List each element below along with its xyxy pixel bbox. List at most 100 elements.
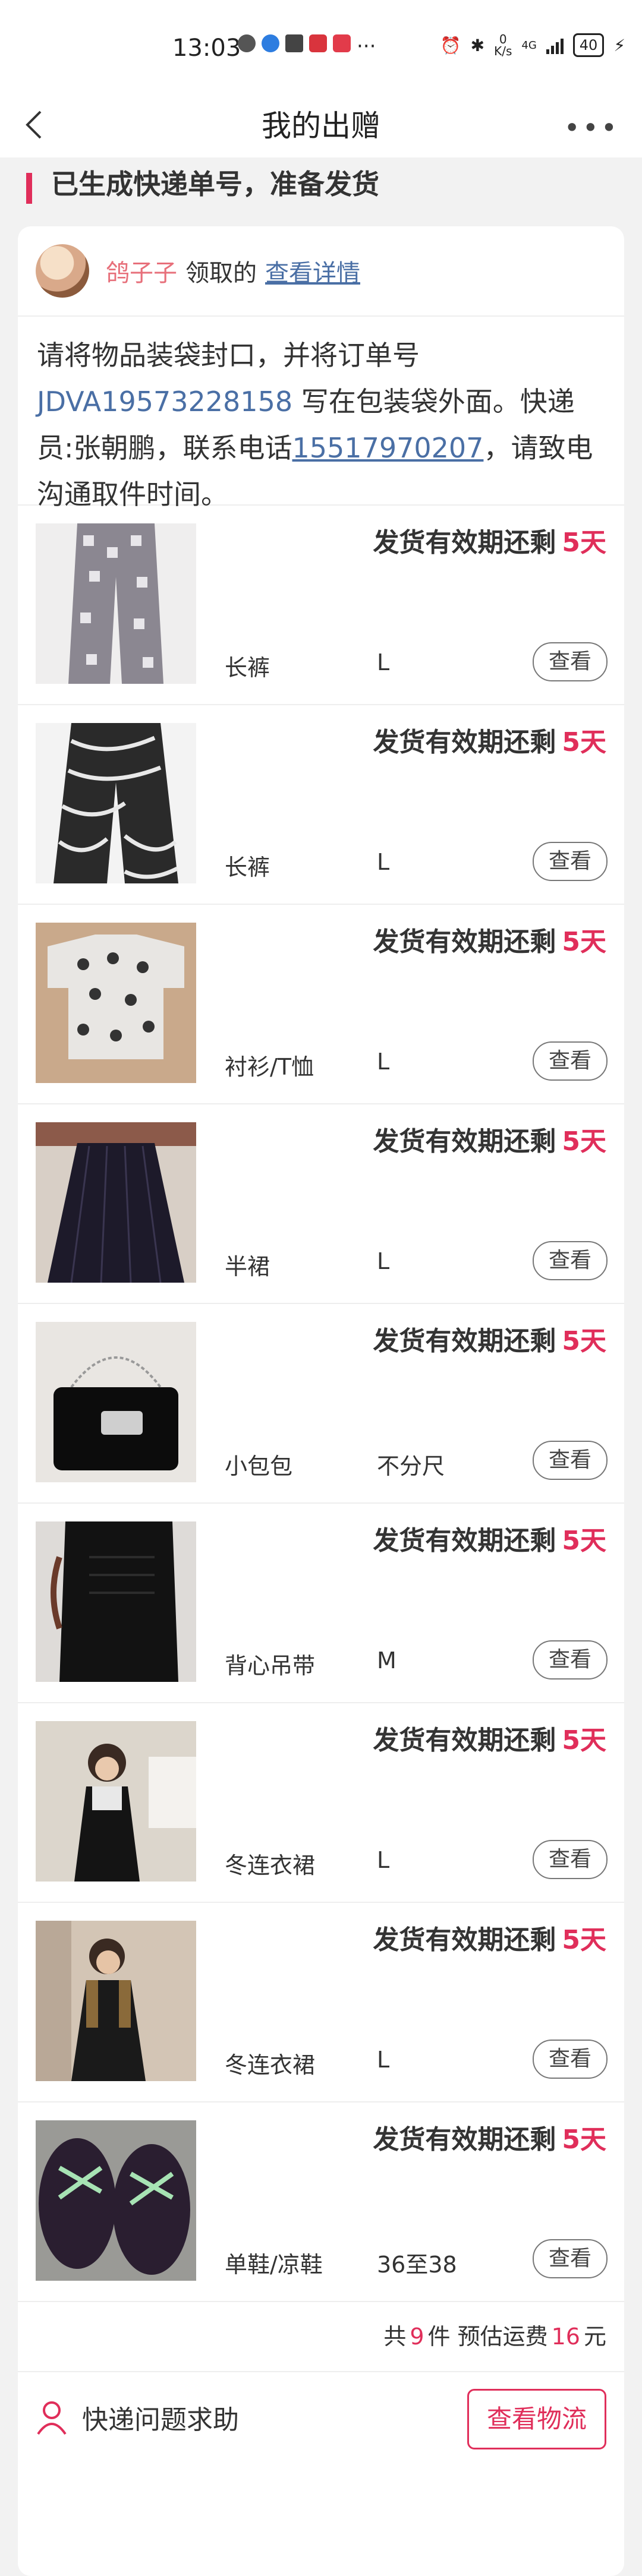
nav-bar: 我的出赠 •••: [0, 95, 642, 157]
deadline-label: 发货有效期还剩: [373, 1526, 556, 1556]
signal-icon: [546, 36, 564, 54]
item-thumbnail[interactable]: [36, 1122, 196, 1283]
summary-count-unit: 件 预估运费: [427, 2324, 548, 2350]
item-thumbnail[interactable]: [36, 1921, 196, 2081]
weibo-icon: [309, 34, 327, 52]
deadline-days: 5天: [562, 727, 606, 757]
translate-icon: [285, 34, 303, 52]
deadline-label: 发货有效期还剩: [373, 1925, 556, 1955]
item-category: 小包包: [225, 1453, 293, 1479]
courier-help-label: 快递问题求助: [82, 2405, 239, 2435]
network-speed: 0 K/s: [494, 32, 512, 58]
summary-prefix: 共: [383, 2324, 407, 2350]
packing-notice: 请将物品装袋封口，并将订单号 JDVA19573228158 写在包装袋外面。快…: [18, 317, 624, 510]
charging-icon: ⚡: [613, 35, 625, 55]
deadline-days: 5天: [562, 1925, 606, 1955]
item-row: 发货有效期还剩 5天 冬连衣裙 L 查看: [18, 1903, 624, 2103]
view-item-button[interactable]: 查看: [533, 2040, 608, 2079]
item-size: L: [377, 1248, 390, 1274]
status-bar: 13:03 ··· ⏰ ✱ 0 K/s 4G 40 ⚡: [0, 0, 642, 95]
chat-icon: [238, 34, 256, 52]
item-row: 发货有效期还剩 5天 背心吊带 M 查看: [18, 1504, 624, 1703]
deadline-label: 发货有效期还剩: [373, 2124, 556, 2155]
view-item-button[interactable]: 查看: [533, 1441, 608, 1480]
item-thumbnail[interactable]: [36, 1322, 196, 1482]
view-item-button[interactable]: 查看: [533, 1041, 608, 1081]
receiver-row: 鸽子子 领取的 查看详情: [18, 226, 624, 317]
item-category: 长裤: [225, 854, 270, 880]
shipping-status-text: 已生成快递单号，准备发货: [51, 168, 379, 200]
item-row: 发货有效期还剩 5天 半裙 L 查看: [18, 1104, 624, 1304]
deadline-days: 5天: [562, 528, 606, 558]
card-footer: 快递问题求助 查看物流: [18, 2372, 624, 2461]
deadline-days: 5天: [562, 1526, 606, 1556]
view-item-button[interactable]: 查看: [533, 842, 608, 881]
bluetooth-icon: ✱: [470, 35, 485, 55]
courier-phone-link[interactable]: 15517970207: [292, 432, 484, 464]
ship-deadline: 发货有效期还剩 5天: [373, 1918, 606, 1956]
item-thumbnail[interactable]: [36, 723, 196, 883]
item-thumbnail[interactable]: [36, 523, 196, 684]
item-size: L: [377, 2047, 390, 2073]
deadline-label: 发货有效期还剩: [373, 1126, 556, 1157]
item-category: 长裤: [225, 655, 270, 681]
item-category: 背心吊带: [225, 1653, 316, 1679]
person-icon: [37, 2401, 67, 2435]
view-item-button[interactable]: 查看: [533, 1241, 608, 1280]
deadline-label: 发货有效期还剩: [373, 927, 556, 957]
item-category: 衬衫/T恤: [225, 1054, 314, 1080]
courier-help-link[interactable]: 快递问题求助: [36, 2398, 239, 2436]
order-card: 鸽子子 领取的 查看详情 请将物品装袋封口，并将订单号 JDVA19573228…: [18, 226, 624, 2576]
ship-deadline: 发货有效期还剩 5天: [373, 920, 606, 958]
app-red-icon: [333, 34, 351, 52]
view-item-button[interactable]: 查看: [533, 1640, 608, 1680]
view-item-button[interactable]: 查看: [533, 1840, 608, 1879]
back-icon[interactable]: [18, 107, 54, 143]
item-size: L: [377, 849, 390, 875]
view-logistics-button[interactable]: 查看物流: [467, 2389, 606, 2449]
item-thumbnail[interactable]: [36, 2120, 196, 2281]
deadline-label: 发货有效期还剩: [373, 727, 556, 757]
item-thumbnail[interactable]: [36, 1521, 196, 1682]
deadline-days: 5天: [562, 2124, 606, 2155]
view-item-button[interactable]: 查看: [533, 2239, 608, 2278]
status-time: 13:03: [172, 34, 241, 62]
ship-deadline: 发货有效期还剩 5天: [373, 1120, 606, 1158]
item-category: 单鞋/凉鞋: [225, 2252, 323, 2278]
view-details-link[interactable]: 查看详情: [265, 254, 360, 288]
deadline-days: 5天: [562, 1326, 606, 1356]
item-thumbnail[interactable]: [36, 1721, 196, 1882]
item-size: M: [377, 1647, 396, 1674]
receiver-name[interactable]: 鸽子子: [106, 254, 177, 288]
ship-deadline: 发货有效期还剩 5天: [373, 2118, 606, 2156]
deadline-label: 发货有效期还剩: [373, 1326, 556, 1356]
item-category: 冬连衣裙: [225, 1852, 316, 1879]
item-size: L: [377, 1847, 390, 1873]
order-summary: 共9件 预估运费 16 元: [18, 2302, 624, 2372]
deadline-label: 发货有效期还剩: [373, 1725, 556, 1756]
more-icon[interactable]: •••: [564, 112, 619, 144]
fee-unit: 元: [583, 2324, 606, 2350]
notice-text-1: 请将物品装袋封口，并将订单号: [37, 339, 420, 371]
item-size: 不分尺: [377, 1453, 445, 1479]
notification-icons: ···: [238, 34, 376, 58]
shipping-status-heading: 已生成快递单号，准备发货: [0, 157, 642, 217]
item-thumbnail[interactable]: [36, 923, 196, 1083]
alarm-icon: ⏰: [440, 35, 461, 55]
avatar[interactable]: [36, 244, 89, 298]
more-notifications-icon: ···: [357, 34, 376, 58]
ship-deadline: 发货有效期还剩 5天: [373, 1519, 606, 1557]
system-status: ⏰ ✱ 0 K/s 4G 40 ⚡: [440, 33, 625, 57]
item-size: L: [377, 649, 390, 675]
order-number: JDVA19573228158: [37, 386, 293, 418]
deadline-days: 5天: [562, 1126, 606, 1157]
view-item-button[interactable]: 查看: [533, 642, 608, 681]
app-icon: [262, 34, 279, 52]
receiver-verb: 领取的: [185, 260, 257, 287]
ship-deadline: 发货有效期还剩 5天: [373, 1319, 606, 1358]
ship-deadline: 发货有效期还剩 5天: [373, 721, 606, 759]
page-title: 我的出赠: [262, 109, 380, 143]
item-row: 发货有效期还剩 5天 衬衫/T恤 L 查看: [18, 905, 624, 1104]
network-type: 4G: [521, 39, 537, 52]
item-category: 冬连衣裙: [225, 2052, 316, 2078]
